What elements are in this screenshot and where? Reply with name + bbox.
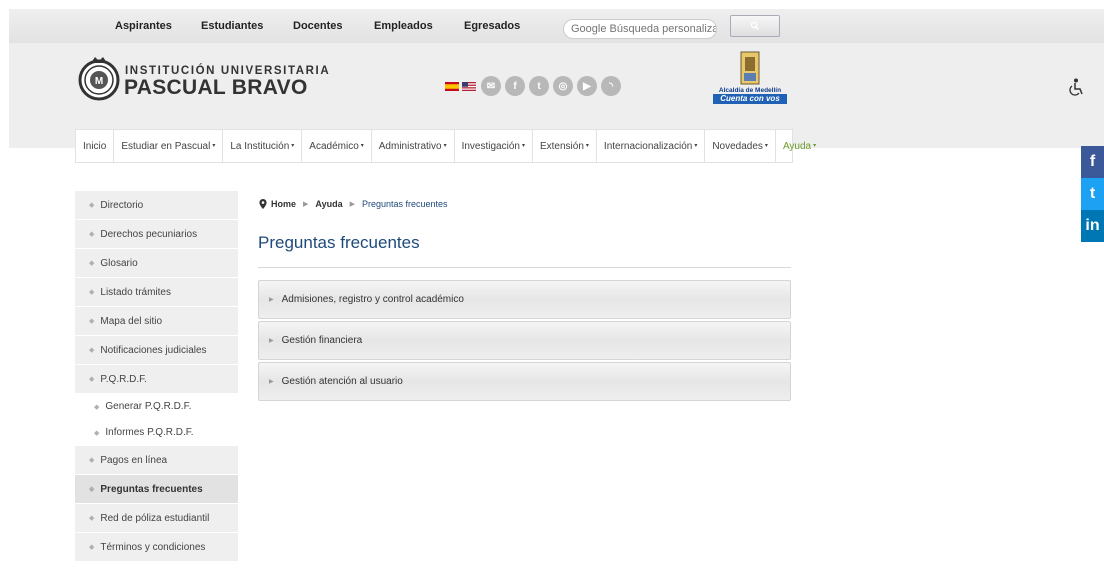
page-title: Preguntas frecuentes: [258, 233, 420, 252]
accordion-item-gestion-financiera[interactable]: ▶ Gestión financiera: [258, 321, 791, 360]
bullet-icon: ◆: [89, 376, 95, 383]
search-button[interactable]: [730, 15, 780, 37]
menu-item-internacionalizacion[interactable]: Internacionalización ▾: [597, 129, 706, 163]
search-icon: [750, 21, 759, 30]
logo-line-2: PASCUAL BRAVO: [124, 76, 308, 99]
top-nav-empleados[interactable]: Empleados: [374, 9, 433, 43]
top-nav-estudiantes[interactable]: Estudiantes: [201, 9, 263, 43]
sidebar-item-preguntas-frecuentes[interactable]: ◆ Preguntas frecuentes: [75, 475, 238, 504]
search-input[interactable]: [563, 19, 717, 39]
chevron-right-icon: ▶: [269, 338, 274, 344]
breadcrumb-separator-icon: ▶: [303, 201, 309, 208]
alcaldia-line-1: Alcaldía de Medellín: [718, 87, 782, 94]
menu-item-ayuda[interactable]: Ayuda ▾: [776, 129, 823, 163]
breadcrumb-ayuda-link[interactable]: Ayuda: [315, 199, 342, 209]
menu-item-extension[interactable]: Extensión ▾: [533, 129, 597, 163]
sidebar-item-notificaciones-judiciales[interactable]: ◆ Notificaciones judiciales: [75, 336, 238, 365]
sidebar-subitem-informes-pqrdf[interactable]: ◆ Informes P.Q.R.D.F.: [75, 420, 238, 446]
faq-accordion: ▶ Admisiones, registro y control académic…: [258, 280, 791, 403]
twitter-icon[interactable]: t: [529, 76, 549, 96]
chevron-down-icon: ▾: [212, 142, 216, 149]
sidebar-item-pqrdf[interactable]: ◆ P.Q.R.D.F.: [75, 365, 238, 394]
bullet-icon: ◆: [89, 486, 95, 493]
menu-item-academico[interactable]: Académico ▾: [302, 129, 372, 163]
bullet-icon: ◆: [94, 429, 100, 437]
sidebar-item-listado-tramites[interactable]: ◆ Listado trámites: [75, 278, 238, 307]
chevron-down-icon: ▾: [360, 142, 364, 149]
svg-text:M: M: [95, 76, 103, 87]
accordion-item-admisiones[interactable]: ▶ Admisiones, registro y control académic…: [258, 280, 791, 319]
bullet-icon: ◆: [89, 318, 95, 325]
alcaldia-emblem-icon: [740, 51, 760, 85]
bullet-icon: ◆: [89, 260, 95, 267]
chevron-down-icon: ▾: [764, 142, 768, 149]
facebook-icon[interactable]: f: [505, 76, 525, 96]
menu-item-administrativo[interactable]: Administrativo ▾: [372, 129, 455, 163]
sidebar-subitem-generar-pqrdf[interactable]: ◆ Generar P.Q.R.D.F.: [75, 394, 238, 420]
sidebar-item-directorio[interactable]: ◆ Directorio: [75, 191, 238, 220]
accordion-item-gestion-atencion-usuario[interactable]: ▶ Gestión atención al usuario: [258, 362, 791, 401]
chevron-down-icon: ▾: [521, 142, 525, 149]
linkedin-share-icon[interactable]: in: [1081, 210, 1104, 242]
menu-item-inicio[interactable]: Inicio: [76, 129, 115, 163]
menu-item-investigacion[interactable]: Investigación ▾: [455, 129, 533, 163]
bullet-icon: ◆: [89, 202, 95, 209]
bullet-icon: ◆: [89, 515, 95, 522]
sidebar-item-derechos-pecuniarios[interactable]: ◆ Derechos pecuniarios: [75, 220, 238, 249]
location-pin-icon: [259, 199, 267, 209]
chevron-down-icon: ▾: [443, 142, 447, 149]
bullet-icon: ◆: [89, 231, 95, 238]
accessibility-icon[interactable]: [1068, 78, 1086, 98]
sidebar-item-pagos-en-linea[interactable]: ◆ Pagos en línea: [75, 446, 238, 475]
side-social-bar: f t in: [1081, 146, 1104, 242]
sidebar-item-mapa-del-sitio[interactable]: ◆ Mapa del sitio: [75, 307, 238, 336]
menu-item-novedades[interactable]: Novedades ▾: [705, 129, 776, 163]
chevron-right-icon: ▶: [269, 379, 274, 385]
chevron-down-icon: ▾: [813, 142, 817, 149]
rss-icon[interactable]: ◝: [601, 76, 621, 96]
spanish-flag-icon[interactable]: [445, 82, 459, 91]
bullet-icon: ◆: [89, 347, 95, 354]
mail-icon[interactable]: ✉: [481, 76, 501, 96]
breadcrumb-home-link[interactable]: Home: [271, 199, 296, 209]
alcaldia-logo[interactable]: Alcaldía de Medellín Cuenta con vos: [712, 51, 788, 107]
youtube-icon[interactable]: ▶: [577, 76, 597, 96]
bullet-icon: ◆: [89, 544, 95, 551]
breadcrumb-separator-icon: ▶: [349, 201, 355, 208]
institution-seal-logo[interactable]: M: [77, 55, 121, 101]
bullet-icon: ◆: [94, 403, 100, 411]
top-nav-docentes[interactable]: Docentes: [293, 9, 343, 43]
top-bar: Aspirantes Estudiantes Docentes Empleado…: [9, 9, 1104, 43]
bullet-icon: ◆: [89, 457, 95, 464]
main-menu: Inicio Estudiar en Pascual ▾ La Instituci…: [75, 129, 816, 163]
bullet-icon: ◆: [89, 289, 95, 296]
sidebar-item-red-de-poliza-estudiantil[interactable]: ◆ Red de póliza estudiantil: [75, 504, 238, 533]
header-social-icons: ✉ f t ◎ ▶ ◝: [481, 76, 621, 96]
english-flag-icon[interactable]: [462, 82, 476, 91]
alcaldia-line-2: Cuenta con vos: [713, 94, 787, 104]
sidebar-item-glosario[interactable]: ◆ Glosario: [75, 249, 238, 278]
facebook-share-icon[interactable]: f: [1081, 146, 1104, 178]
chevron-down-icon: ▾: [585, 142, 589, 149]
chevron-down-icon: ▾: [291, 142, 295, 149]
breadcrumb-current: Preguntas frecuentes: [361, 199, 448, 209]
sidebar-nav: ◆ Directorio ◆ Derechos pecuniarios ◆ Glosa…: [75, 191, 238, 562]
menu-item-la-institucion[interactable]: La Institución ▾: [223, 129, 303, 163]
chevron-right-icon: ▶: [269, 297, 274, 303]
top-nav-egresados[interactable]: Egresados: [464, 9, 520, 43]
language-flags: [445, 82, 476, 91]
twitter-share-icon[interactable]: t: [1081, 178, 1104, 210]
breadcrumb: Home ▶ Ayuda ▶ Preguntas frecuentes: [259, 199, 448, 209]
top-nav-aspirantes[interactable]: Aspirantes: [115, 9, 172, 43]
title-divider: [258, 267, 791, 268]
menu-item-estudiar-en-pascual[interactable]: Estudiar en Pascual ▾: [114, 129, 224, 163]
chevron-down-icon: ▾: [694, 142, 698, 149]
sidebar-item-terminos-y-condiciones[interactable]: ◆ Términos y condiciones: [75, 533, 238, 562]
instagram-icon[interactable]: ◎: [553, 76, 573, 96]
